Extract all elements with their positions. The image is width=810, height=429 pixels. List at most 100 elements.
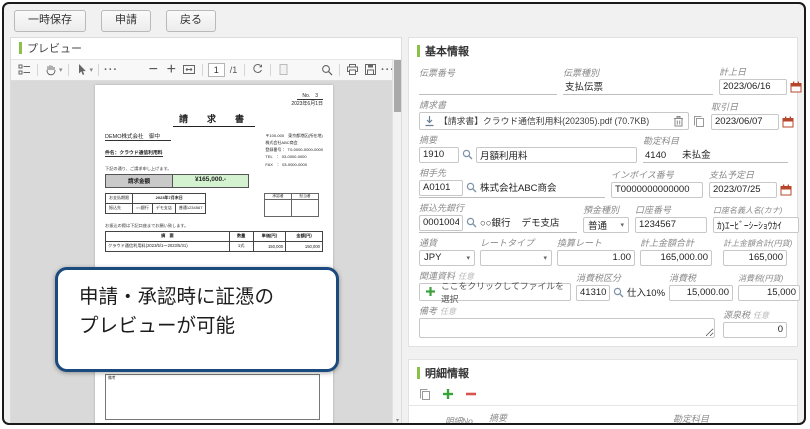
scrollbar-thumb[interactable] [394, 59, 401, 112]
add-row-icon[interactable] [442, 388, 454, 400]
items-header-unit: 単価(円) [252, 230, 287, 242]
account-title-name: 未払金 [682, 149, 711, 161]
lookup-icon[interactable] [462, 149, 473, 160]
deposit-type-select[interactable]: 普通 ▾ [583, 216, 629, 233]
line-no-label: 明細No [445, 415, 473, 425]
account-number-label: 口座番号 [635, 204, 672, 215]
doc-meta: No. 3 2023年6月1日 [105, 92, 323, 107]
print-icon[interactable] [345, 62, 360, 77]
form-panel: 基本情報 伝票番号 伝票種別 支払伝票 計上日 2023/06/16 請求書 【… [408, 36, 802, 425]
invoice-sender-block: 〒100-000 東京都港区(所在地) 株式会社ABC商会 登録番号 ： T0-… [265, 132, 323, 172]
file-select-button[interactable]: ここをクリックしてファイルを選択 [419, 281, 571, 304]
page-number-input[interactable] [207, 62, 225, 77]
remarks-label: 備考 任意 [419, 305, 457, 316]
counterparty-label: 相手先 [419, 167, 447, 178]
doc-no-label: No. [302, 92, 311, 99]
voucher-type-label: 伝票種別 [563, 67, 600, 78]
copy-icon[interactable] [693, 115, 705, 127]
bank-name: ○○銀行 [132, 202, 153, 214]
total-amount-jpy-input[interactable] [723, 249, 787, 266]
search-icon[interactable] [319, 62, 334, 77]
total-amount-input[interactable] [640, 249, 712, 266]
tax-class-code-input[interactable] [576, 284, 610, 301]
account-number-input[interactable] [635, 216, 707, 233]
select-tool-caret-icon[interactable]: ▾ [90, 66, 94, 74]
invoice-amount-row: 請求金額 ¥165,000.- [105, 173, 323, 188]
temp-save-button[interactable]: 一時保存 [14, 10, 86, 32]
zoom-out-icon[interactable]: − [146, 61, 161, 78]
invoice-number-input[interactable] [611, 181, 703, 198]
invoice-payment-table: お支払期限 2023年7月末日 振込先 ○○銀行 デモ支店 普通1234567 [105, 192, 207, 214]
callout-line2: プレビューが可能 [79, 315, 236, 337]
pdf-page: No. 3 2023年6月1日 請 求 書 DEMO株式会社 御中 件名：クラウ… [95, 84, 333, 423]
rate-type-label: レートタイプ [480, 237, 535, 248]
rate-type-select[interactable]: ▾ [480, 249, 552, 266]
select-tool-icon[interactable] [74, 62, 89, 77]
currency-select[interactable]: JPY ▾ [419, 249, 475, 266]
sender-fax: FAX ： 03-0000-0000 [265, 161, 307, 167]
divider [270, 63, 272, 76]
calendar-icon[interactable] [782, 116, 794, 128]
lookup-icon[interactable] [466, 217, 477, 228]
stamp-cell [264, 198, 292, 217]
calendar-icon[interactable] [790, 81, 802, 93]
extract-page-icon[interactable] [276, 62, 291, 77]
payment-due-input[interactable] [709, 181, 777, 198]
due-value: 2023年7月末日 [131, 192, 207, 204]
withholding-tax-label: 源泉税 任意 [723, 309, 770, 320]
file-download-icon[interactable] [424, 115, 435, 127]
apply-button[interactable]: 申請 [101, 10, 151, 32]
preview-scrollbar[interactable]: ▾ [392, 58, 402, 423]
detail-info-title: 明細情報 [425, 367, 469, 380]
invoice-stamp-table: 承認者 担当者 [264, 192, 319, 217]
transaction-date-input[interactable] [711, 113, 779, 130]
thumbnails-icon[interactable] [17, 62, 32, 77]
remarks-textarea[interactable] [419, 317, 715, 338]
rotate-icon[interactable] [250, 62, 265, 77]
summary-label: 摘要 [419, 134, 438, 145]
lookup-icon[interactable] [466, 182, 477, 193]
download-icon[interactable] [363, 62, 378, 77]
bank-branch: デモ支店 [151, 202, 176, 214]
exchange-rate-input[interactable] [557, 249, 635, 266]
payee-bank-code-input[interactable] [419, 214, 463, 231]
calendar-icon[interactable] [780, 184, 792, 196]
invoice-file-name[interactable]: 【請求書】クラウド通信利用料(202305).pdf (70.7KB) [439, 114, 669, 127]
annotation-callout: 申請・承認時に証憑の プレビューが可能 [55, 266, 339, 372]
summary-name-input[interactable] [476, 146, 637, 163]
summary-code-input[interactable] [419, 146, 459, 163]
detail-info-header: 明細情報 [409, 360, 797, 384]
exchange-rate-label: 換算レート [557, 237, 603, 248]
copy-row-icon[interactable] [419, 388, 431, 400]
basic-info-header: 基本情報 [409, 38, 797, 62]
hand-tool-caret-icon[interactable]: ▾ [59, 66, 63, 74]
doc-date: 2023年6月1日 [291, 100, 323, 107]
account-holder-input[interactable] [713, 216, 799, 233]
back-button[interactable]: 戻る [166, 10, 216, 32]
tax-input[interactable] [669, 284, 733, 301]
pdf-viewport: No. 3 2023年6月1日 請 求 書 DEMO株式会社 御中 件名：クラウ… [11, 80, 401, 423]
scrollbar-down-arrow[interactable]: ▾ [393, 417, 402, 423]
counterparty-code-input[interactable] [419, 179, 463, 196]
hand-tool-icon[interactable] [43, 62, 58, 77]
invoice-number-label: インボイス番号 [611, 169, 674, 180]
zoom-in-icon[interactable]: + [164, 61, 179, 78]
remove-row-icon[interactable] [465, 388, 477, 400]
posting-date-input[interactable] [719, 78, 787, 95]
basic-info-title: 基本情報 [425, 45, 469, 58]
pdf-toolbar: ▾ ▾ ··· − + /1 [11, 58, 401, 81]
lookup-icon[interactable] [613, 287, 624, 298]
divider [67, 63, 69, 76]
trash-icon[interactable] [673, 115, 684, 127]
tools-more-icon[interactable]: ··· [104, 64, 118, 76]
items-header-qty: 数量 [228, 230, 254, 242]
voucher-no-value [419, 80, 557, 95]
detail-info-section: 明細情報 明細No 001 摘要 [408, 358, 798, 425]
account-holder-label: 口座名義人名(カナ) [713, 205, 783, 215]
total-amount-label: 計上金額合計 [640, 237, 695, 248]
account-title-label: 勘定科目 [643, 135, 680, 146]
withholding-tax-input[interactable] [723, 321, 787, 338]
tax-jpy-input[interactable] [738, 284, 800, 301]
fit-width-icon[interactable] [182, 62, 197, 77]
divider [98, 63, 100, 76]
